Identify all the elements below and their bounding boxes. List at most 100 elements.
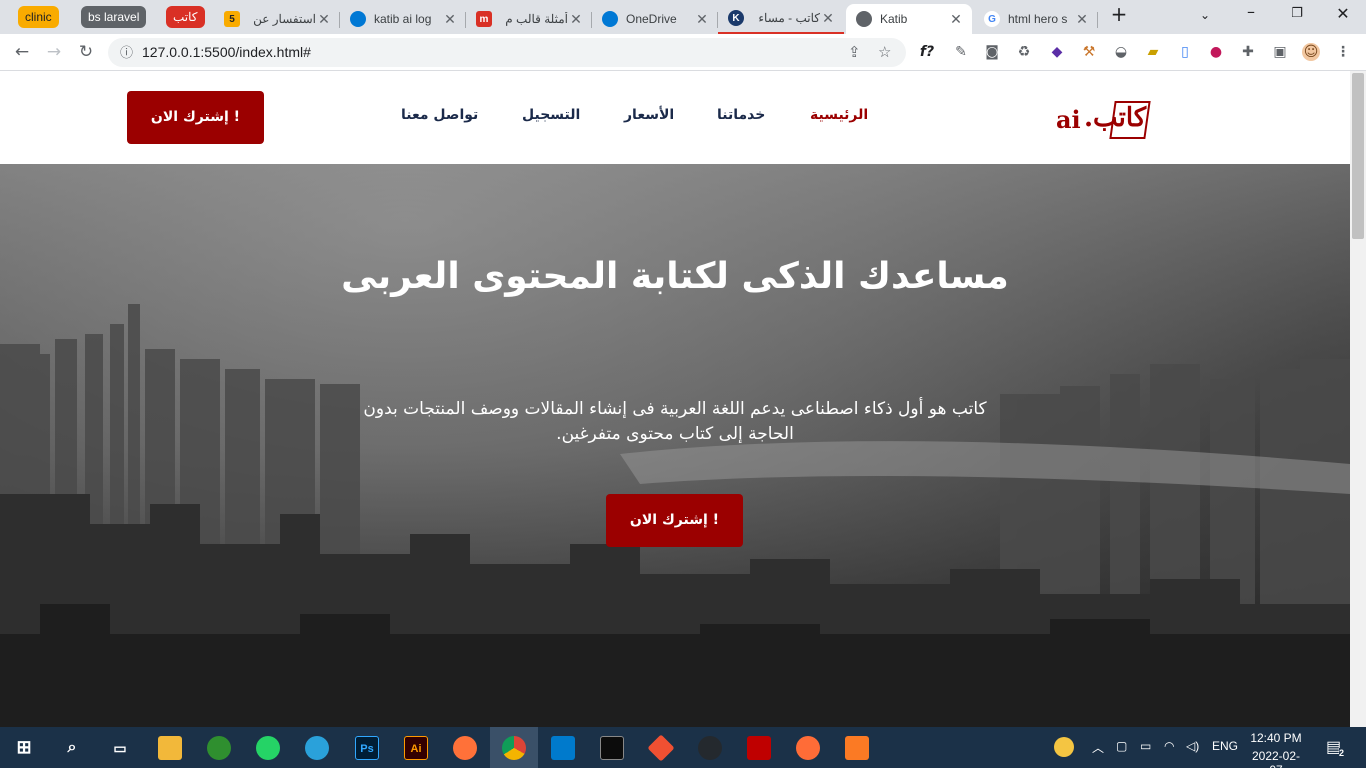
url-text: 127.0.0.1:5500/index.html#	[142, 44, 311, 60]
xampp-icon[interactable]	[845, 736, 869, 760]
tab-group-katib[interactable]: كاتب	[166, 6, 205, 28]
close-icon[interactable]: ✕	[948, 11, 964, 28]
close-icon[interactable]: ✕	[316, 11, 332, 28]
close-icon[interactable]: ✕	[442, 11, 458, 28]
battery-icon[interactable]: ▭	[1140, 739, 1151, 753]
language-indicator[interactable]: ENG	[1212, 739, 1238, 753]
google-icon: G	[984, 11, 1000, 27]
tab-group-clinic[interactable]: clinic	[18, 6, 59, 28]
tab-onedrive[interactable]: OneDrive ✕	[592, 4, 718, 34]
git-icon[interactable]	[647, 734, 675, 762]
tab-group-bs-laravel[interactable]: bs laravel	[81, 6, 147, 28]
tab-istifsar[interactable]: 5 استفسار عن ✕	[214, 4, 340, 34]
windows-taskbar: ⊞ ⌕ ▭ Ps Ai ︿ ▢ ▭ ◠ ◁) ENG 12:40 PM 2022…	[0, 727, 1366, 777]
whatsapp-icon[interactable]	[256, 736, 280, 760]
clock[interactable]: 12:40 PM 2022-02-07	[1250, 731, 1302, 777]
tab-label: Katib	[880, 12, 908, 26]
cloud-icon	[602, 11, 618, 27]
globe-app-icon[interactable]	[207, 736, 231, 760]
tab-favicon: 5	[224, 11, 240, 27]
hero-subscribe-button[interactable]: إشترك الان !	[606, 494, 743, 547]
tab-html-hero[interactable]: G html hero s ✕	[974, 4, 1098, 34]
tab-search-icon[interactable]: ⌄	[1190, 8, 1220, 22]
graduation-extension-icon[interactable]: ◆	[1048, 43, 1066, 61]
filezilla-icon[interactable]	[747, 736, 771, 760]
address-bar[interactable]: ⓘ 127.0.0.1:5500/index.html# ⇪ ☆	[108, 38, 906, 67]
sidepanel-icon[interactable]: ▣	[1271, 43, 1289, 61]
volume-icon[interactable]: ◁)	[1186, 739, 1199, 753]
chrome-icon[interactable]	[502, 736, 526, 760]
tray-app-icon[interactable]: ▢	[1116, 739, 1127, 753]
fx-extension-icon[interactable]: f?	[918, 43, 936, 61]
docs-extension-icon[interactable]: ▯	[1176, 43, 1194, 61]
scrollbar-thumb[interactable]	[1352, 73, 1364, 239]
hero-subtitle: كاتب هو أول ذكاء اصطناعى يدعم اللغة العر…	[363, 399, 987, 444]
minimize-icon[interactable]: –	[1236, 2, 1266, 21]
menu-kebab-icon[interactable]: ⋮	[1334, 43, 1352, 61]
firefox-icon[interactable]	[453, 736, 477, 760]
reload-icon[interactable]: ↻	[74, 40, 98, 64]
site-header: إشترك الان ! تواصل معنا التسجيل الأسعار …	[0, 71, 1350, 164]
tab-label: استفسار عن	[253, 12, 316, 26]
tab-katib-masa[interactable]: K كاتب - مساء ✕	[718, 4, 844, 34]
cloud-icon	[350, 11, 366, 27]
clock-time: 12:40 PM	[1250, 731, 1302, 745]
info-icon[interactable]: ⓘ	[120, 38, 133, 67]
github-icon[interactable]	[698, 736, 722, 760]
website-viewport: إشترك الان ! تواصل معنا التسجيل الأسعار …	[0, 71, 1350, 727]
site-logo[interactable]: ai كاتب.	[1054, 99, 1151, 143]
vscode-icon[interactable]	[551, 736, 575, 760]
tab-katib-ai-log[interactable]: katib ai log ✕	[340, 4, 466, 34]
puzzle-extensions-icon[interactable]: ✚	[1239, 43, 1257, 61]
page-scrollbar[interactable]	[1350, 71, 1366, 727]
illustrator-icon[interactable]: Ai	[404, 736, 428, 760]
back-icon[interactable]: ←	[10, 40, 34, 64]
forward-icon[interactable]: →	[42, 40, 66, 64]
restore-icon[interactable]: ❐	[1282, 6, 1312, 21]
tab-katib-active[interactable]: Katib ✕	[846, 4, 972, 34]
logo-frame	[1109, 101, 1151, 139]
browser-toolbar: ← → ↻ ⓘ 127.0.0.1:5500/index.html# ⇪ ☆ f…	[0, 34, 1366, 71]
nav-pricing[interactable]: الأسعار	[624, 107, 674, 123]
close-icon[interactable]: ✕	[1074, 11, 1090, 28]
weather-icon[interactable]	[1054, 737, 1074, 757]
task-view-icon[interactable]: ▭	[108, 736, 132, 760]
nav-home[interactable]: الرئيسية	[810, 107, 868, 123]
globe-icon	[856, 11, 872, 27]
profile-avatar[interactable]: ☺	[1302, 43, 1320, 61]
eyedropper-extension-icon[interactable]: ✎	[952, 43, 970, 61]
hero-section: مساعدك الذكى لكتابة المحتوى العربى كاتب …	[0, 164, 1350, 727]
close-icon[interactable]: ✕	[568, 11, 584, 28]
wifi-icon[interactable]: ◠	[1164, 739, 1174, 753]
hammer-extension-icon[interactable]: ⚒	[1080, 43, 1098, 61]
tab-label: html hero s	[1008, 12, 1068, 26]
new-tab-icon[interactable]: +	[1104, 2, 1134, 26]
gauge-extension-icon[interactable]: ◒	[1112, 43, 1130, 61]
recycle-extension-icon[interactable]: ♻	[1015, 43, 1033, 61]
chevron-up-icon[interactable]: ︿	[1092, 739, 1104, 756]
tab-label: كاتب - مساء	[758, 11, 820, 25]
camera-extension-icon[interactable]: ◙	[983, 43, 1001, 61]
nav-register[interactable]: التسجيل	[522, 107, 580, 123]
color-extension-icon[interactable]: ●	[1207, 43, 1225, 61]
folder-extension-icon[interactable]: ▰	[1144, 43, 1162, 61]
share-icon[interactable]: ⇪	[848, 38, 861, 67]
bookmark-star-icon[interactable]: ☆	[878, 38, 891, 67]
tab-amthila[interactable]: m أمثلة قالب م ✕	[466, 4, 592, 34]
tab-favicon: K	[728, 10, 744, 26]
tab-label: OneDrive	[626, 12, 677, 26]
search-icon[interactable]: ⌕	[60, 736, 84, 760]
windows-start-icon[interactable]: ⊞	[12, 736, 36, 760]
close-window-icon[interactable]: ✕	[1328, 4, 1358, 23]
header-subscribe-button[interactable]: إشترك الان !	[127, 91, 264, 144]
close-icon[interactable]: ✕	[820, 10, 836, 27]
browser-tabstrip: clinic bs laravel كاتب 5 استفسار عن ✕ ka…	[0, 0, 1366, 34]
file-explorer-icon[interactable]	[158, 736, 182, 760]
postman-icon[interactable]	[796, 736, 820, 760]
telegram-icon[interactable]	[305, 736, 329, 760]
nav-services[interactable]: خدماتنا	[717, 107, 765, 123]
close-icon[interactable]: ✕	[694, 11, 710, 28]
photoshop-icon[interactable]: Ps	[355, 736, 379, 760]
terminal-icon[interactable]	[600, 736, 624, 760]
nav-contact[interactable]: تواصل معنا	[401, 107, 478, 123]
